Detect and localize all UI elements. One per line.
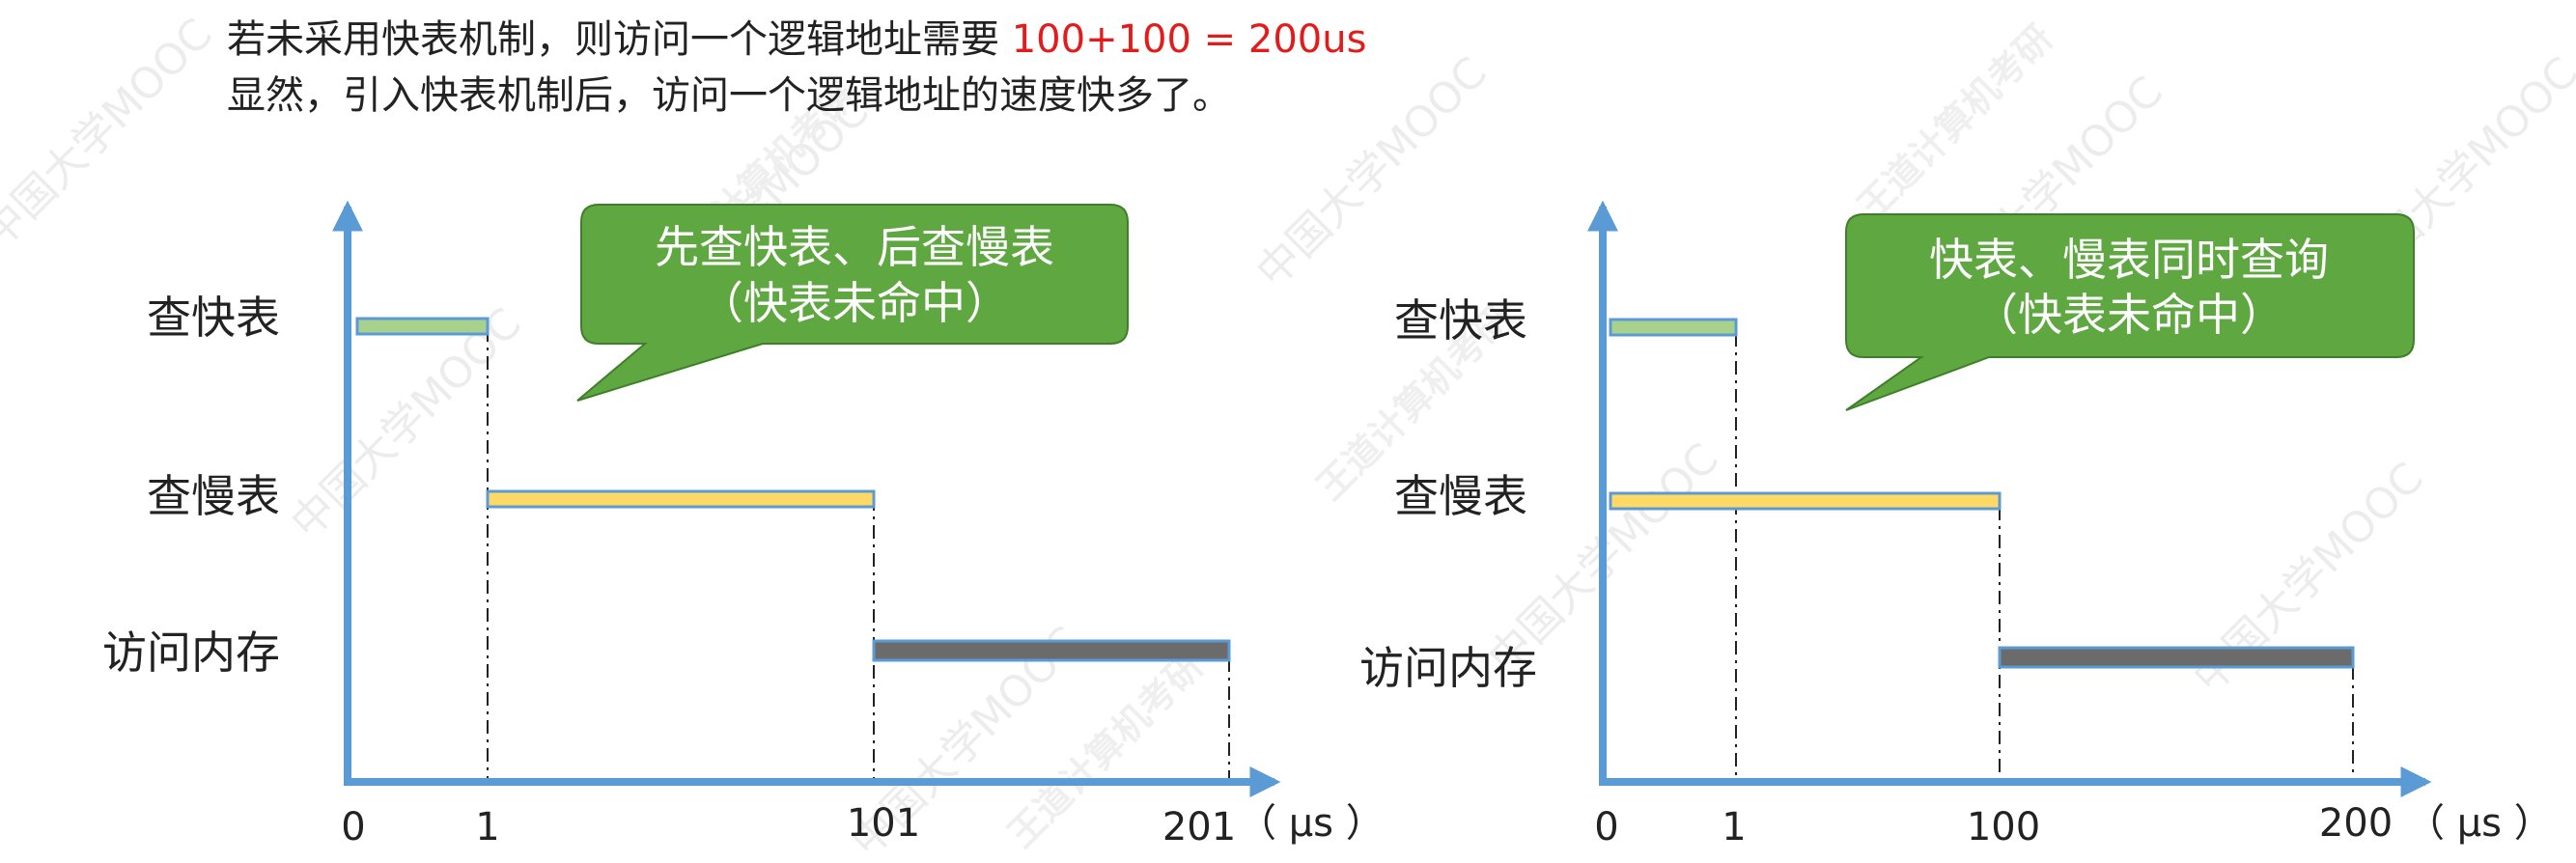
left-bar-slow-table xyxy=(486,489,876,509)
right-tick-100: 100 xyxy=(1967,805,2040,849)
right-callout-line1: 快表、慢表同时查询 xyxy=(1929,234,2329,286)
right-diagram: 快表、慢表同时查询 （快表未命中） 查快表 查慢表 访问内存 0 1 100 2… xyxy=(1359,200,2553,849)
right-bar-slow-table xyxy=(1609,491,2002,511)
right-tick-1: 1 xyxy=(1722,805,1746,849)
left-guides xyxy=(487,328,1230,780)
left-bar-fast-table xyxy=(355,317,490,336)
left-bar-memory xyxy=(872,639,1231,662)
right-row-label-memory: 访问内存 xyxy=(1359,642,1537,694)
left-tick-1: 1 xyxy=(475,805,499,849)
left-row-label-memory: 访问内存 xyxy=(102,626,280,679)
timing-diagrams: 先查快表、后查慢表 （快表未命中） 查快表 查慢表 访问内存 0 1 101 2… xyxy=(102,200,2553,849)
right-row-label-fast: 查快表 xyxy=(1394,294,1527,347)
right-tick-0: 0 xyxy=(1594,805,1618,849)
right-tick-200: 200 xyxy=(2319,801,2393,846)
left-diagram: 先查快表、后查慢表 （快表未命中） 查快表 查慢表 访问内存 0 1 101 2… xyxy=(102,200,1385,849)
right-callout-line2: （快表未命中） xyxy=(1974,289,2284,341)
left-tick-201: 201 xyxy=(1162,805,1236,849)
left-row-label-slow: 查慢表 xyxy=(147,470,280,522)
right-unit-label: （ μs ） xyxy=(2406,801,2553,846)
right-bar-memory xyxy=(1998,646,2355,669)
left-callout-line2: （快表未命中） xyxy=(699,277,1010,329)
left-callout-line1: 先查快表、后查慢表 xyxy=(655,221,1054,273)
left-tick-101: 101 xyxy=(847,801,920,846)
right-guides xyxy=(1735,333,2354,780)
right-row-label-slow: 查慢表 xyxy=(1394,470,1527,522)
left-tick-0: 0 xyxy=(341,805,365,849)
right-bar-fast-table xyxy=(1609,318,1738,337)
left-unit-label: （ μs ） xyxy=(1238,801,1385,846)
left-row-label-fast: 查快表 xyxy=(147,292,280,344)
